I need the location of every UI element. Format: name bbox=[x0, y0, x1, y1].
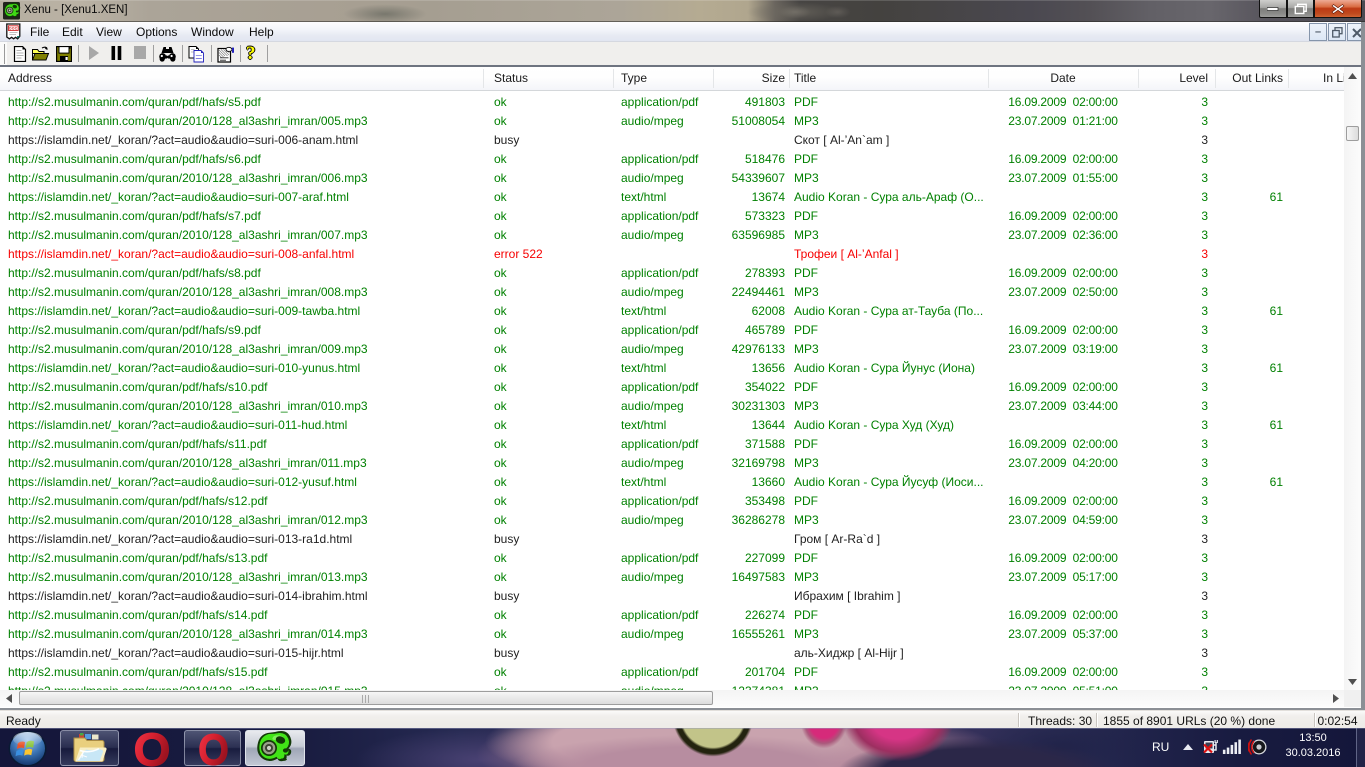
svg-text:DOC: DOC bbox=[9, 27, 18, 31]
